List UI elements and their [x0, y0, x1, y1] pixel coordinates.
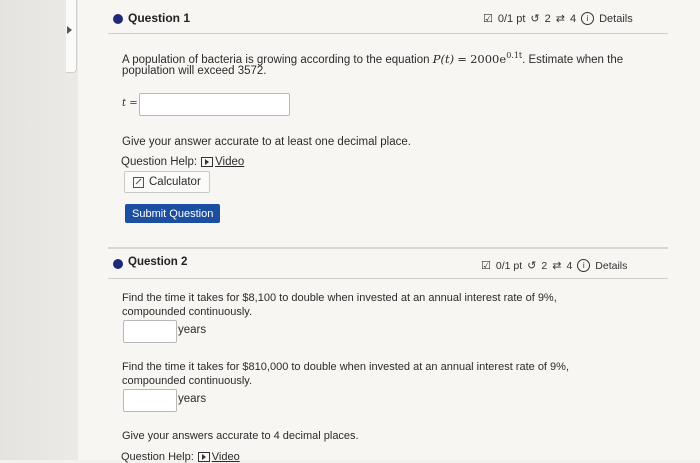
question2-points: 0/1 pt — [495, 259, 523, 272]
equation-exponent: 0.1t — [506, 51, 523, 60]
question1-points: 0/1 pt — [497, 12, 526, 25]
attempts-icon: ⇄ — [552, 260, 562, 272]
question1-meta: ☑ 0/1 pt ↺ 2 ⇄ 4 i Details — [483, 12, 633, 25]
retry-icon: ↺ — [530, 13, 540, 25]
side-tab[interactable] — [66, 0, 77, 73]
question2-title: Question 2 — [128, 256, 188, 268]
question2-part1-input[interactable] — [123, 320, 177, 343]
calculator-icon — [133, 176, 144, 188]
question2-part2-text-line2: compounded continuously. — [122, 375, 253, 387]
question1-details-link[interactable]: Details — [599, 13, 633, 25]
question2-attempts: 4 — [566, 259, 573, 272]
divider — [108, 33, 668, 34]
question1-answer-input[interactable] — [139, 93, 290, 116]
prompt-text-after: . Estimate when the — [522, 53, 624, 66]
question1-header: Question 1 ☑ 0/1 pt ↺ 2 ⇄ 4 i Details — [78, 4, 638, 30]
expand-arrow-icon[interactable] — [67, 26, 72, 34]
equation-lhs: P(t) — [432, 51, 455, 66]
divider — [108, 278, 668, 279]
question1-video-link[interactable]: Video — [201, 156, 244, 168]
question1-accuracy-note: Give your answer accurate to at least on… — [122, 136, 411, 148]
question1-prompt-line2: population will exceed 3572. — [122, 65, 267, 77]
question2-details-link[interactable]: Details — [595, 260, 627, 272]
score-icon: ☑ — [483, 13, 493, 25]
question2-meta: ☑ 0/1 pt ↺ 2 ⇄ 4 i Details — [481, 259, 627, 272]
equation-equals: = — [457, 51, 467, 66]
question2-help-row: Question Help: Video — [121, 451, 240, 463]
main-content: Question 1 ☑ 0/1 pt ↺ 2 ⇄ 4 i Details A … — [78, 0, 700, 463]
submit-question-button[interactable]: Submit Question — [125, 204, 221, 223]
video-label: Video — [211, 451, 240, 463]
question2-part1-text-line2: compounded continuously. — [122, 306, 253, 318]
question2-accuracy-note: Give your answers accurate to 4 decimal … — [122, 430, 359, 442]
attempts-icon: ⇄ — [555, 13, 565, 25]
question-dot-icon — [113, 259, 123, 269]
video-icon — [197, 452, 210, 462]
info-icon[interactable]: i — [581, 12, 595, 25]
score-icon: ☑ — [481, 260, 491, 272]
equation-base: 2000e — [470, 51, 507, 66]
question-dot-icon — [113, 14, 123, 24]
answer-variable-label: t = — [122, 98, 138, 109]
video-label: Video — [215, 156, 245, 168]
section-divider — [108, 247, 668, 249]
question2-part2-units: years — [178, 393, 207, 405]
calculator-label: Calculator — [149, 176, 201, 188]
question2-retries: 2 — [541, 259, 548, 272]
retry-icon: ↺ — [527, 260, 537, 272]
question2-part1-units: years — [178, 324, 207, 336]
info-icon[interactable]: i — [577, 259, 591, 272]
video-icon — [201, 157, 214, 167]
question2-part2-input[interactable] — [123, 389, 177, 412]
question1-title: Question 1 — [128, 11, 191, 25]
question1-retries: 2 — [544, 12, 551, 25]
calculator-button[interactable]: Calculator — [124, 171, 210, 193]
help-label: Question Help: — [121, 156, 198, 168]
question1-help-row: Question Help: Video — [121, 156, 244, 168]
help-label: Question Help: — [121, 451, 194, 463]
question2-video-link[interactable]: Video — [197, 451, 240, 463]
question2-header: Question 2 ☑ 0/1 pt ↺ 2 ⇄ 4 i Details — [78, 250, 638, 276]
question1-attempts: 4 — [569, 12, 577, 25]
